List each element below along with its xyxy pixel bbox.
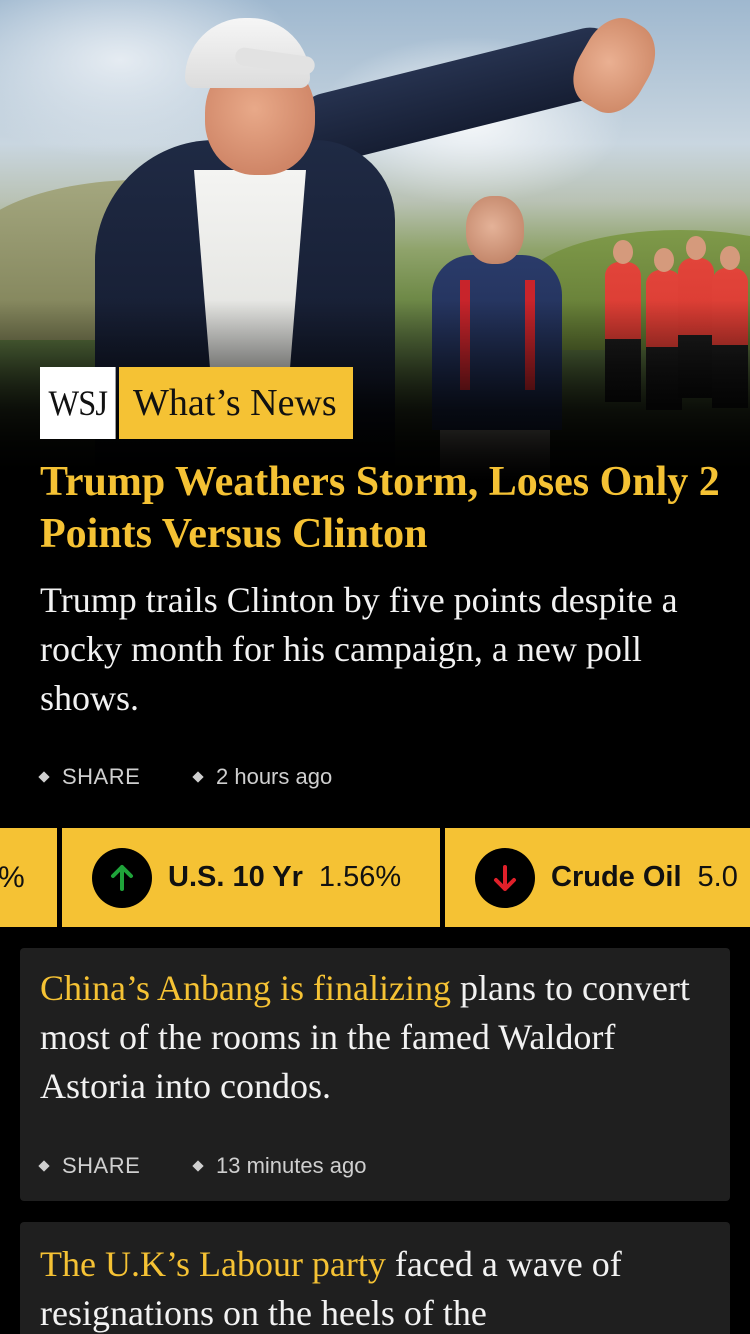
share-button[interactable]: SHARE: [38, 1153, 194, 1179]
market-ticker[interactable]: % U.S. 10 Yr 1.56% Crude Oil 5.0: [0, 828, 750, 927]
ticker-value: %: [0, 860, 25, 894]
arrow-down-icon: [475, 847, 535, 908]
hero-story[interactable]: WSJ What’s News Trump Weathers Storm, Lo…: [0, 0, 750, 820]
ticker-item-us-10yr[interactable]: U.S. 10 Yr 1.56%: [62, 828, 440, 927]
story-meta: SHARE 13 minutes ago: [38, 1151, 367, 1181]
diamond-bullet-icon: [38, 1160, 50, 1172]
section-brand: WSJ What’s News: [40, 367, 353, 439]
timestamp: 2 hours ago: [192, 764, 333, 790]
hero-summary: Trump trails Clinton by five points desp…: [40, 580, 678, 718]
timestamp-text: 13 minutes ago: [216, 1153, 367, 1178]
story-text[interactable]: China’s Anbang is finalizing plans to co…: [40, 964, 710, 1111]
wsj-logo: WSJ: [40, 367, 116, 439]
section-label: What’s News: [119, 367, 353, 439]
diamond-bullet-icon: [38, 771, 50, 783]
share-label: SHARE: [62, 764, 141, 789]
story-text[interactable]: The U.K’s Labour party faced a wave of r…: [40, 1240, 710, 1334]
share-button[interactable]: SHARE: [38, 764, 194, 790]
story-card[interactable]: The U.K’s Labour party faced a wave of r…: [20, 1222, 730, 1334]
story-card[interactable]: China’s Anbang is finalizing plans to co…: [20, 948, 730, 1201]
timestamp-text: 2 hours ago: [216, 764, 333, 789]
ticker-value: 5.0: [697, 861, 738, 893]
diamond-bullet-icon: [192, 1160, 204, 1172]
diamond-bullet-icon: [192, 771, 204, 783]
ticker-value: 1.56%: [318, 861, 402, 893]
ticker-name: U.S. 10 Yr: [168, 861, 303, 893]
hero-meta: SHARE 2 hours ago: [38, 762, 333, 792]
ticker-name: Crude Oil: [551, 861, 682, 893]
timestamp: 13 minutes ago: [192, 1153, 367, 1179]
hero-headline[interactable]: Trump Weathers Storm, Loses Only 2 Point…: [40, 456, 720, 560]
story-link[interactable]: The U.K’s Labour party: [40, 1244, 386, 1284]
share-label: SHARE: [62, 1153, 141, 1178]
arrow-up-icon: [92, 847, 152, 908]
ticker-item-partial[interactable]: %: [0, 828, 57, 927]
ticker-item-crude-oil[interactable]: Crude Oil 5.0: [445, 828, 750, 927]
story-link[interactable]: China’s Anbang is finalizing: [40, 968, 451, 1008]
